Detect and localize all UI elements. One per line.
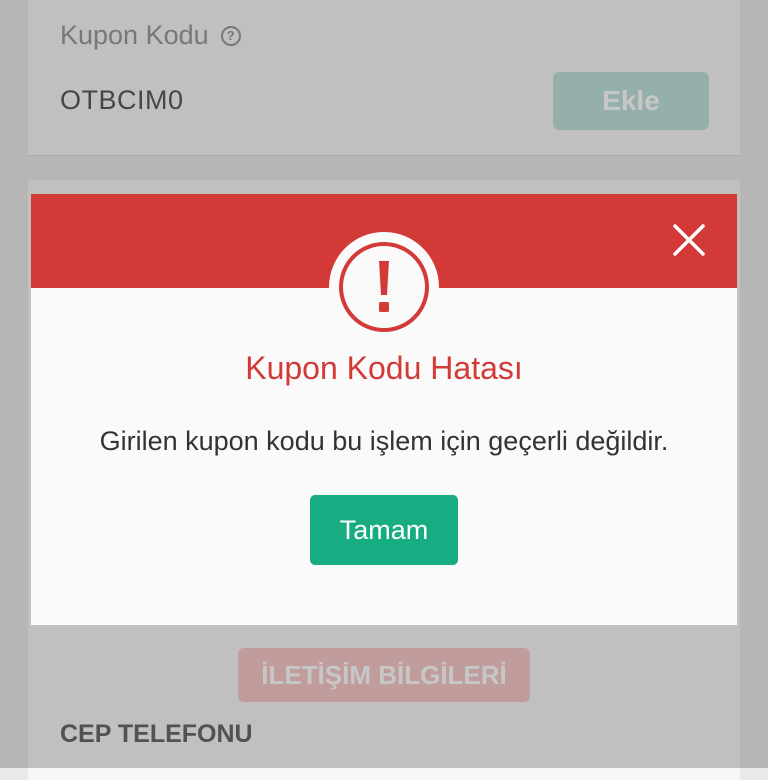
- coupon-error-dialog: Kupon Kodu Hatası Girilen kupon kodu bu …: [31, 194, 737, 625]
- dialog-title: Kupon Kodu Hatası: [245, 350, 523, 386]
- exclamation-icon: [339, 242, 429, 332]
- ok-button[interactable]: Tamam: [310, 495, 458, 565]
- dialog-message: Girilen kupon kodu bu işlem için geçerli…: [99, 426, 669, 456]
- alert-icon-badge: [329, 232, 439, 342]
- close-icon[interactable]: [669, 220, 709, 260]
